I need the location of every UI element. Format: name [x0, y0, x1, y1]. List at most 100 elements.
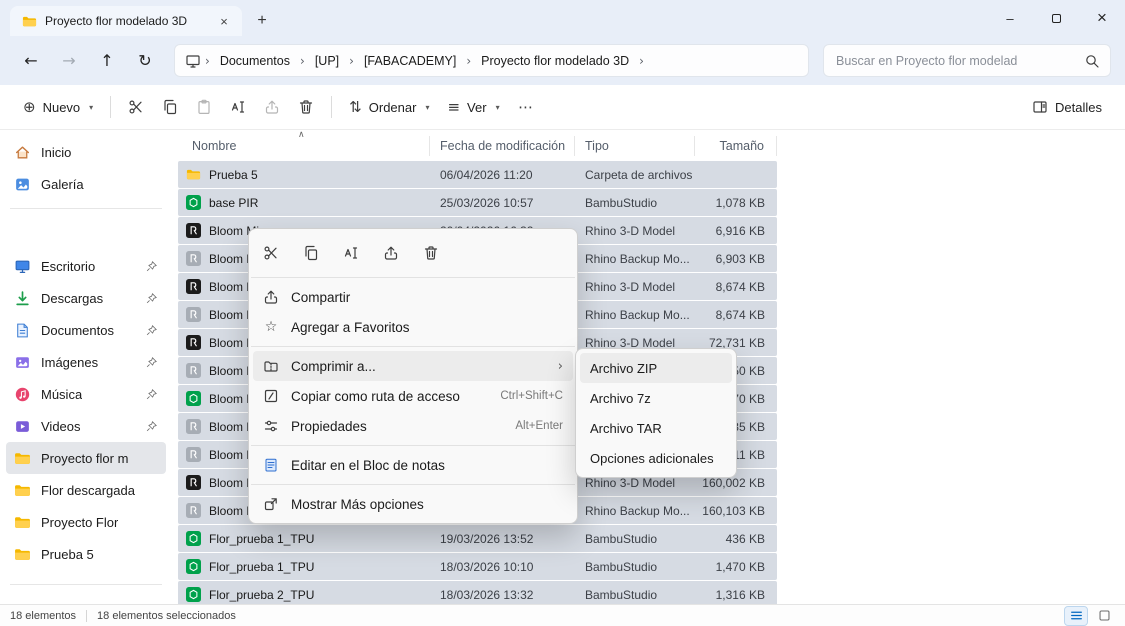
sidebar-item-musica[interactable]: Música — [6, 378, 166, 410]
search-box — [823, 44, 1111, 77]
breadcrumb-item[interactable]: [FABACADEMY] — [358, 51, 462, 71]
submenu-item-archivo-tar[interactable]: Archivo TAR — [580, 413, 732, 443]
address-bar[interactable]: › Documentos › [UP] › [FABACADEMY] › Pro… — [174, 44, 809, 77]
menu-item-agregar-a-favoritos[interactable]: ☆ Agregar a Favoritos — [253, 312, 573, 342]
delete-button[interactable] — [411, 236, 451, 270]
file-type: BambuStudio — [585, 587, 658, 602]
menu-item-comprimir-a[interactable]: Comprimir a... › — [253, 351, 573, 381]
file-row[interactable]: base PIR 25/03/2026 10:57 BambuStudio 1,… — [178, 189, 777, 216]
large-icons-view-button[interactable] — [1093, 607, 1115, 625]
menu-separator — [251, 445, 575, 446]
cut-icon — [264, 246, 277, 260]
file-type: BambuStudio — [585, 531, 658, 546]
submenu-item-opciones-adicionales[interactable]: Opciones adicionales — [580, 443, 732, 473]
menu-item-compartir[interactable]: Compartir — [253, 282, 573, 312]
share-button[interactable] — [371, 236, 411, 270]
status-separator — [86, 609, 88, 622]
share-icon — [384, 246, 398, 260]
trash-icon — [424, 246, 438, 260]
file-type: Rhino Backup Mo... — [585, 251, 690, 266]
breadcrumb-item[interactable]: [UP] — [309, 51, 345, 71]
file-row[interactable]: Flor_prueba 1_TPU 18/03/2026 10:10 Bambu… — [178, 553, 777, 580]
new-tab-button[interactable]: + — [248, 8, 276, 34]
copy-button[interactable] — [153, 90, 187, 124]
sidebar-item-documentos[interactable]: Documentos — [6, 314, 166, 346]
rhino-backup-file-icon — [186, 447, 201, 462]
new-button[interactable]: ⊕ Nuevo ▾ — [14, 90, 102, 124]
cut-icon — [129, 100, 142, 114]
details-view-button[interactable] — [1064, 605, 1088, 626]
sidebar-item-label: Videos — [41, 418, 81, 434]
file-date: 25/03/2026 10:57 — [440, 195, 534, 210]
paste-button[interactable] — [187, 90, 221, 124]
navigation-pane: Inicio Galería Escritorio Descargas Docu… — [0, 130, 172, 604]
file-date: 06/04/2026 11:20 — [440, 167, 533, 182]
close-button[interactable]: × — [1079, 0, 1125, 36]
this-pc-icon[interactable] — [185, 53, 201, 69]
tab-bar: Proyecto flor modelado 3D × + – × — [0, 0, 1125, 36]
maximize-button[interactable] — [1033, 0, 1079, 36]
sidebar-item-galeria[interactable]: Galería — [6, 168, 166, 200]
rename-button[interactable] — [331, 236, 371, 270]
back-button[interactable]: ← — [14, 45, 48, 77]
sidebar-item-proyecto-flor[interactable]: Proyecto Flor — [6, 506, 166, 538]
file-type: Carpeta de archivos — [585, 167, 693, 182]
forward-button[interactable]: → — [52, 45, 86, 77]
sidebar-item-descargas[interactable]: Descargas — [6, 282, 166, 314]
column-header-tipo[interactable]: Tipo — [575, 136, 695, 156]
search-input[interactable] — [834, 52, 1084, 69]
sidebar-item-flor-descargada[interactable]: Flor descargada — [6, 474, 166, 506]
rename-button[interactable] — [221, 90, 255, 124]
file-date: 18/03/2026 10:10 — [440, 559, 534, 574]
details-pane-icon — [1033, 101, 1047, 113]
details-pane-button[interactable]: Detalles — [1023, 90, 1111, 124]
sidebar-item-label: Descargas — [41, 290, 104, 306]
submenu-item-archivo-7z[interactable]: Archivo 7z — [580, 383, 732, 413]
share-button[interactable] — [255, 90, 289, 124]
menu-item-copiar-como-ruta[interactable]: Copiar como ruta de acceso Ctrl+Shift+C — [253, 381, 573, 411]
breadcrumb-item[interactable]: Documentos — [214, 51, 296, 71]
column-header-tamano[interactable]: Tamaño — [695, 136, 777, 156]
file-row[interactable]: Flor_prueba 2_TPU 18/03/2026 13:32 Bambu… — [178, 581, 777, 604]
window-controls: – × — [987, 0, 1125, 36]
sidebar-item-inicio[interactable]: Inicio — [6, 136, 166, 168]
sidebar-item-proyecto-flor-modelado[interactable]: Proyecto flor m — [6, 442, 166, 474]
menu-item-label: Comprimir a... — [291, 358, 376, 374]
rhino-backup-file-icon — [186, 503, 201, 518]
more-button[interactable]: ⋯ — [509, 90, 543, 124]
menu-item-label: Copiar como ruta de acceso — [291, 388, 460, 404]
sidebar-item-label: Proyecto flor m — [41, 450, 129, 466]
sort-button-label: Ordenar — [368, 99, 417, 115]
file-type: Rhino Backup Mo... — [585, 503, 690, 518]
menu-item-label: Agregar a Favoritos — [291, 319, 410, 335]
column-header-fecha[interactable]: Fecha de modificación — [430, 136, 575, 156]
sidebar-item-prueba-5[interactable]: Prueba 5 — [6, 538, 166, 570]
file-row[interactable]: Prueba 5 06/04/2026 11:20 Carpeta de arc… — [178, 161, 777, 188]
sort-button[interactable]: ⇅ Ordenar ▾ — [340, 90, 438, 124]
sidebar-item-imagenes[interactable]: Imágenes — [6, 346, 166, 378]
submenu-item-archivo-zip[interactable]: Archivo ZIP — [580, 353, 732, 383]
cut-button[interactable] — [251, 236, 291, 270]
file-explorer-window: Proyecto flor modelado 3D × + – × ← → ↑ … — [0, 0, 1125, 626]
breadcrumb-item[interactable]: Proyecto flor modelado 3D — [475, 51, 635, 71]
command-bar: ⊕ Nuevo ▾ ⇅ Ordenar ▾ ≡ Ver ▾ ⋯ Detalles — [0, 85, 1125, 130]
up-button[interactable]: ↑ — [90, 45, 124, 77]
delete-button[interactable] — [289, 90, 323, 124]
menu-item-editar-en-bloc-de-notas[interactable]: Editar en el Bloc de notas — [253, 450, 573, 480]
column-headers: ∧ Nombre Fecha de modificación Tipo Tama… — [178, 130, 777, 159]
sidebar-item-videos[interactable]: Videos — [6, 410, 166, 442]
sidebar-item-escritorio[interactable]: Escritorio — [6, 250, 166, 282]
copy-button[interactable] — [291, 236, 331, 270]
minimize-button[interactable]: – — [987, 0, 1033, 36]
view-button[interactable]: ≡ Ver ▾ — [438, 90, 508, 124]
copy-icon — [164, 99, 177, 115]
menu-item-propiedades[interactable]: Propiedades Alt+Enter — [253, 411, 573, 441]
tab-close-icon[interactable]: × — [214, 11, 234, 31]
file-row[interactable]: Flor_prueba 1_TPU 19/03/2026 13:52 Bambu… — [178, 525, 777, 552]
menu-item-mostrar-mas-opciones[interactable]: Mostrar Más opciones — [253, 489, 573, 519]
refresh-button[interactable]: ↻ — [128, 45, 162, 77]
gallery-icon — [16, 178, 29, 190]
copy-path-icon — [263, 388, 279, 404]
explorer-tab[interactable]: Proyecto flor modelado 3D × — [10, 6, 242, 36]
cut-button[interactable] — [119, 90, 153, 124]
